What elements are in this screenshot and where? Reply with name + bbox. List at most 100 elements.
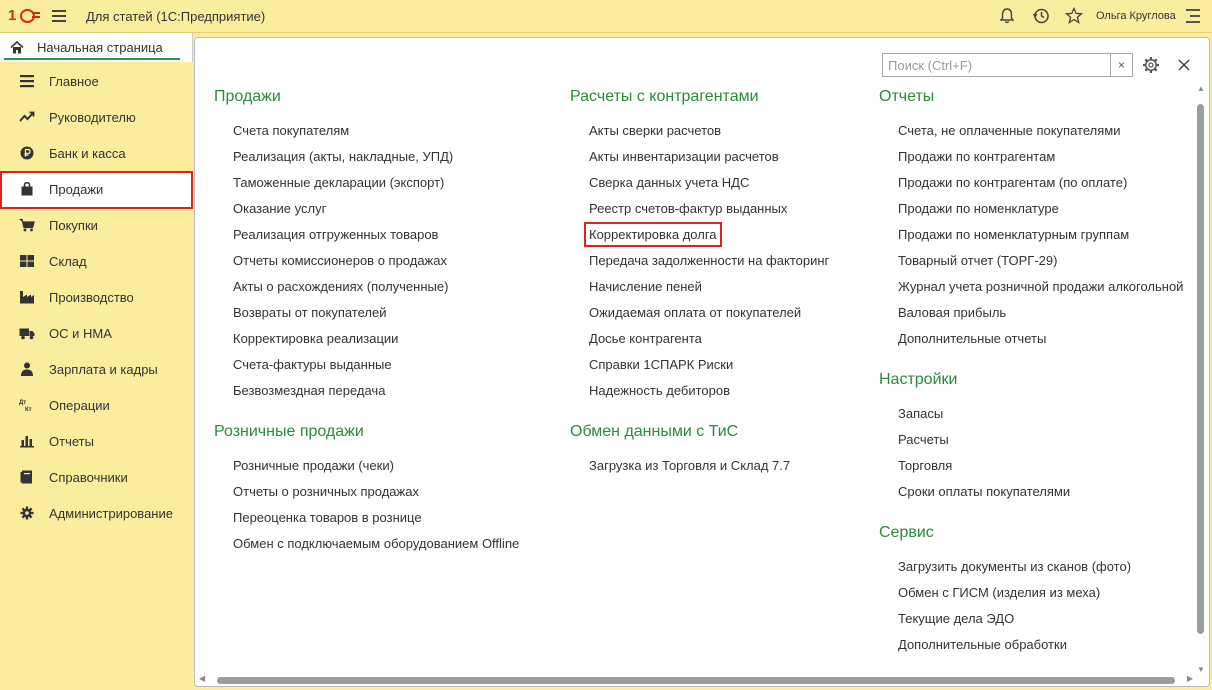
horizontal-scroll-thumb[interactable] (217, 677, 1175, 684)
sidebar-item-label: Справочники (49, 470, 128, 485)
link-reports[interactable]: Дополнительные отчеты (898, 331, 1046, 346)
link-retail[interactable]: Переоценка товаров в рознице (233, 510, 422, 525)
sidebar-item-manager[interactable]: Руководителю (0, 99, 193, 135)
section-title-settings: Настройки (879, 371, 958, 388)
sidebar-item-purchases[interactable]: Покупки (0, 207, 193, 243)
sidebar-item-label: Администрирование (49, 506, 173, 521)
link-retail[interactable]: Обмен с подключаемым оборудованием Offli… (233, 536, 519, 551)
link-reports[interactable]: Товарный отчет (ТОРГ-29) (898, 253, 1057, 268)
sidebar-item-main[interactable]: Главное (0, 63, 193, 99)
sidebar-item-label: Склад (49, 254, 87, 269)
person-icon (21, 362, 33, 376)
bell-icon[interactable] (997, 6, 1017, 26)
link-settlements[interactable]: Реестр счетов-фактур выданных (589, 201, 787, 216)
scroll-right-icon[interactable]: ▶ (1187, 674, 1193, 683)
link-sales[interactable]: Корректировка реализации (233, 331, 398, 346)
history-icon[interactable] (1031, 6, 1051, 26)
sidebar-item-label: Главное (49, 74, 99, 89)
section-title-retail: Розничные продажи (214, 423, 364, 440)
ruble-icon (20, 146, 34, 160)
sidebar-item-label: Покупки (49, 218, 98, 233)
home-tab-label: Начальная страница (37, 40, 163, 55)
link-settlements[interactable]: Справки 1СПАРК Риски (589, 357, 733, 372)
settings-menu-icon[interactable] (1186, 9, 1202, 25)
sidebar-item-warehouse[interactable]: Склад (0, 243, 193, 279)
gear-icon (20, 506, 34, 520)
link-settlements[interactable]: Передача задолженности на факторинг (589, 253, 829, 268)
dt-kt-icon: Дт Кт (19, 400, 32, 412)
sidebar-item-bank[interactable]: Банк и касса (0, 135, 193, 171)
link-settlements[interactable]: Ожидаемая оплата от покупателей (589, 305, 801, 320)
link-reports[interactable]: Продажи по контрагентам (по оплате) (898, 175, 1127, 190)
sidebar-item-label: Производство (49, 290, 134, 305)
home-tab[interactable]: Начальная страница (0, 33, 193, 62)
sidebar-item-operations[interactable]: Дт Кт Операции (0, 387, 193, 423)
link-sales[interactable]: Реализация (акты, накладные, УПД) (233, 149, 453, 164)
link-reports[interactable]: Продажи по номенклатуре (898, 201, 1059, 216)
home-icon (10, 41, 24, 54)
scroll-down-icon[interactable]: ▼ (1197, 665, 1205, 674)
link-sales[interactable]: Таможенные декларации (экспорт) (233, 175, 444, 190)
link-reports[interactable]: Счета, не оплаченные покупателями (898, 123, 1120, 138)
link-sales[interactable]: Отчеты комиссионеров о продажах (233, 253, 447, 268)
vertical-scrollbar[interactable]: ▲ ▼ (1195, 84, 1207, 674)
scroll-left-icon[interactable]: ◀ (199, 674, 205, 683)
section-title-exchange: Обмен данными с ТиС (570, 423, 739, 440)
vertical-scroll-thumb[interactable] (1197, 104, 1204, 634)
scroll-up-icon[interactable]: ▲ (1197, 84, 1205, 93)
link-reports[interactable]: Продажи по контрагентам (898, 149, 1055, 164)
gear-icon[interactable] (1141, 55, 1161, 75)
sidebar-item-production[interactable]: Производство (0, 279, 193, 315)
link-settlements[interactable]: Сверка данных учета НДС (589, 175, 749, 190)
link-sales[interactable]: Реализация отгруженных товаров (233, 227, 438, 242)
search-input[interactable] (883, 54, 1111, 76)
link-sales[interactable]: Безвозмездная передача (233, 383, 385, 398)
cart-icon (19, 218, 35, 232)
bar-chart-icon (20, 436, 34, 448)
link-settings[interactable]: Расчеты (898, 432, 949, 447)
link-service[interactable]: Обмен с ГИСМ (изделия из меха) (898, 585, 1100, 600)
link-settlements[interactable]: Акты сверки расчетов (589, 123, 721, 138)
main-menu-button[interactable] (52, 8, 68, 24)
link-reports[interactable]: Журнал учета розничной продажи алкогольн… (898, 279, 1190, 294)
clear-search-button[interactable]: × (1110, 54, 1132, 76)
link-retail[interactable]: Розничные продажи (чеки) (233, 458, 394, 473)
link-retail[interactable]: Отчеты о розничных продажах (233, 484, 419, 499)
list-icon (20, 75, 34, 88)
link-settlements[interactable]: Надежность дебиторов (589, 383, 730, 398)
sidebar-item-catalogs[interactable]: Справочники (0, 459, 193, 495)
link-settings[interactable]: Сроки оплаты покупателями (898, 484, 1070, 499)
sidebar-item-label: Зарплата и кадры (49, 362, 158, 377)
link-sales[interactable]: Акты о расхождениях (полученные) (233, 279, 448, 294)
kt-label: Кт (25, 407, 32, 412)
close-icon[interactable] (1175, 56, 1193, 74)
book-icon (20, 470, 32, 484)
link-settlements[interactable]: Досье контрагента (589, 331, 702, 346)
link-settings[interactable]: Запасы (898, 406, 943, 421)
star-icon[interactable] (1064, 6, 1084, 26)
link-debt-adjustment[interactable]: Корректировка долга (584, 222, 722, 247)
link-service[interactable]: Текущие дела ЭДО (898, 611, 1014, 626)
link-settlements[interactable]: Начисление пеней (589, 279, 702, 294)
link-settings[interactable]: Торговля (898, 458, 952, 473)
sidebar-item-sales[interactable]: Продажи (0, 171, 193, 209)
link-service[interactable]: Дополнительные обработки (898, 637, 1067, 652)
sidebar-item-admin[interactable]: Администрирование (0, 495, 193, 531)
link-sales[interactable]: Счета покупателям (233, 123, 349, 138)
link-settlements[interactable]: Акты инвентаризации расчетов (589, 149, 779, 164)
link-reports[interactable]: Валовая прибыль (898, 305, 1006, 320)
link-sales[interactable]: Оказание услуг (233, 201, 326, 216)
sidebar-item-salary[interactable]: Зарплата и кадры (0, 351, 193, 387)
link-sales[interactable]: Счета-фактуры выданные (233, 357, 392, 372)
top-bar: 1 Для статей (1С:Предприятие) Ольга Круг… (0, 0, 1212, 33)
logo-one: 1 (8, 7, 16, 24)
section-title-service: Сервис (879, 524, 934, 541)
horizontal-scrollbar[interactable]: ◀ ▶ (199, 674, 1193, 686)
sidebar-item-reports[interactable]: Отчеты (0, 423, 193, 459)
link-service[interactable]: Загрузить документы из сканов (фото) (898, 559, 1131, 574)
sidebar-item-fixed-assets[interactable]: ОС и НМА (0, 315, 193, 351)
link-sales[interactable]: Возвраты от покупателей (233, 305, 387, 320)
user-name[interactable]: Ольга Круглова (1096, 10, 1176, 22)
link-reports[interactable]: Продажи по номенклатурным группам (898, 227, 1129, 242)
link-exchange[interactable]: Загрузка из Торговля и Склад 7.7 (589, 458, 790, 473)
